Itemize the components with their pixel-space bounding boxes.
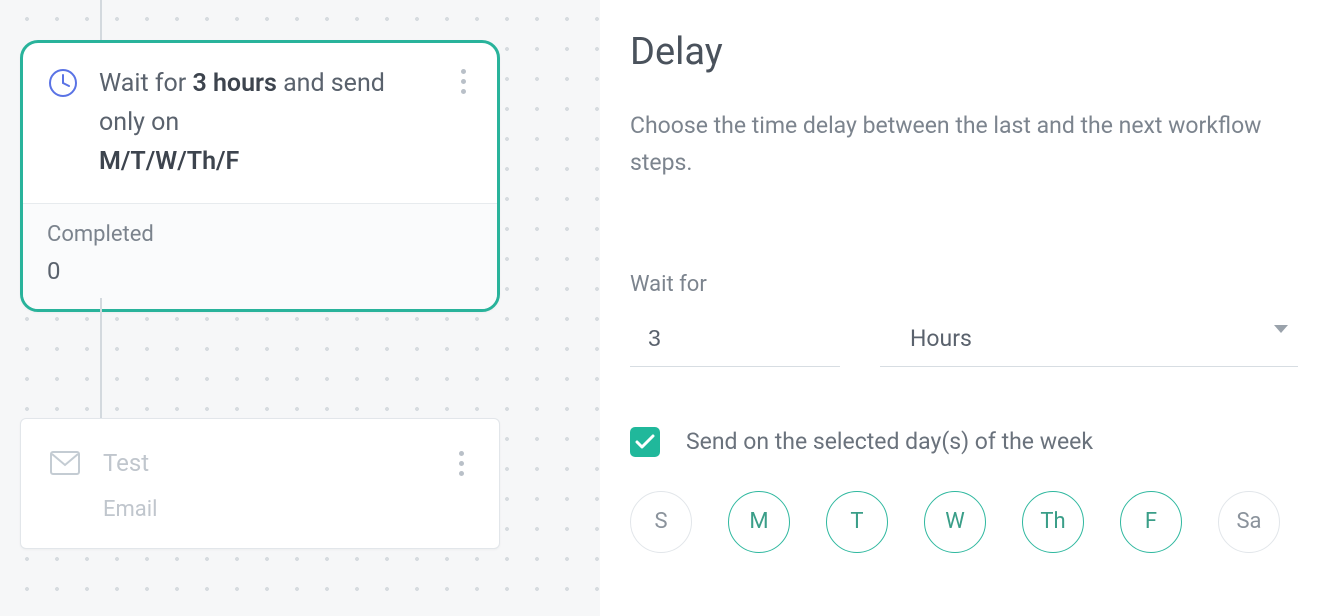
email-node-title: Test — [103, 449, 149, 477]
send-days-checkbox[interactable] — [630, 427, 660, 457]
wait-amount-input[interactable] — [630, 317, 840, 367]
day-sunday[interactable]: S — [630, 491, 692, 553]
day-tuesday[interactable]: T — [826, 491, 888, 553]
chevron-down-icon — [1274, 325, 1288, 333]
day-wednesday[interactable]: W — [924, 491, 986, 553]
delay-node-text: Wait for 3 hours and send only on M/T/W/… — [99, 65, 433, 181]
delay-node-menu-button[interactable] — [451, 65, 475, 97]
detail-panel: Delay Choose the time delay between the … — [600, 0, 1338, 616]
email-node-menu-button[interactable] — [449, 447, 473, 479]
wait-prefix: Wait for — [99, 69, 192, 98]
wait-for-label: Wait for — [630, 272, 1298, 297]
email-node[interactable]: Test Email — [20, 418, 500, 549]
connector-line-mid — [100, 298, 102, 418]
wait-unit-value: Hours — [910, 325, 972, 352]
day-thursday[interactable]: Th — [1022, 491, 1084, 553]
delay-node-footer: Completed 0 — [23, 204, 497, 309]
wait-days: M/T/W/Th/F — [99, 147, 239, 176]
days-of-week: S M T W Th F Sa — [630, 491, 1298, 553]
workflow-canvas[interactable]: Wait for 3 hours and send only on M/T/W/… — [0, 0, 600, 616]
panel-title: Delay — [630, 30, 1298, 74]
delay-node[interactable]: Wait for 3 hours and send only on M/T/W/… — [20, 40, 500, 312]
email-node-subtitle: Email — [21, 491, 499, 548]
wait-value: 3 hours — [192, 69, 276, 98]
completed-value: 0 — [47, 257, 473, 285]
completed-label: Completed — [47, 222, 473, 247]
day-saturday[interactable]: Sa — [1218, 491, 1280, 553]
day-friday[interactable]: F — [1120, 491, 1182, 553]
connector-line-top — [100, 0, 102, 40]
day-monday[interactable]: M — [728, 491, 790, 553]
mail-icon — [47, 445, 83, 481]
wait-unit-select[interactable]: Hours — [880, 317, 1298, 367]
panel-description: Choose the time delay between the last a… — [630, 108, 1298, 182]
clock-icon — [45, 65, 81, 101]
send-days-label: Send on the selected day(s) of the week — [686, 428, 1093, 455]
